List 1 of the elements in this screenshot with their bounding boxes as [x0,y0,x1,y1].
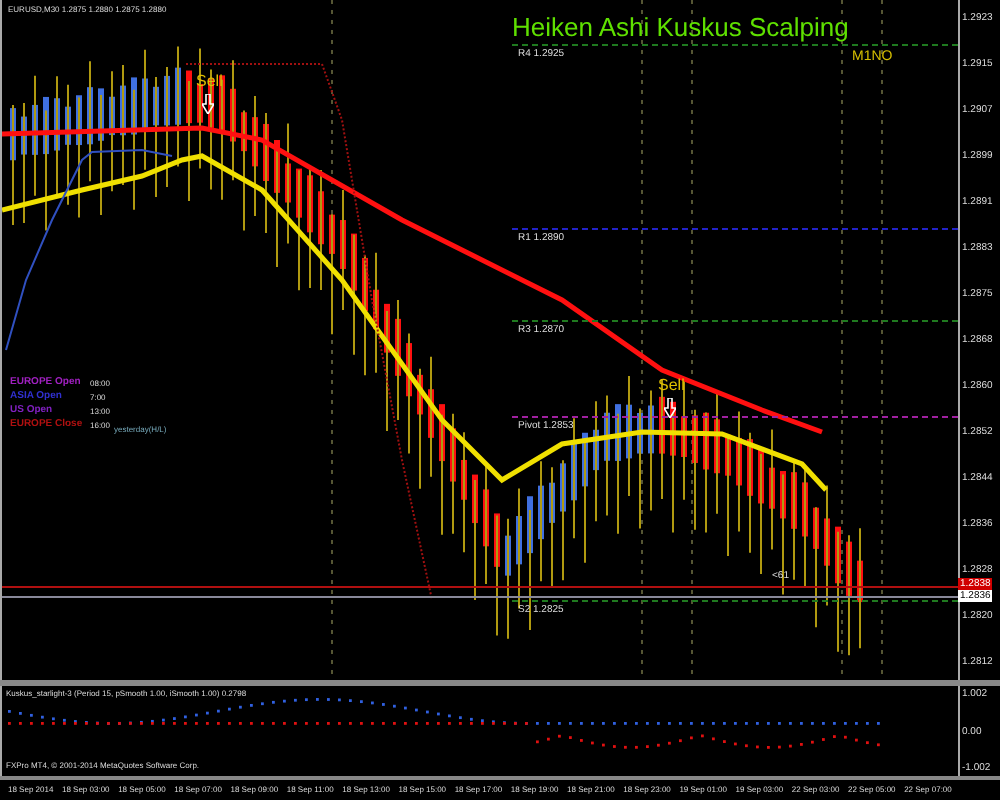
chart-title: Heiken Ashi Kuskus Scalping [512,12,849,42]
